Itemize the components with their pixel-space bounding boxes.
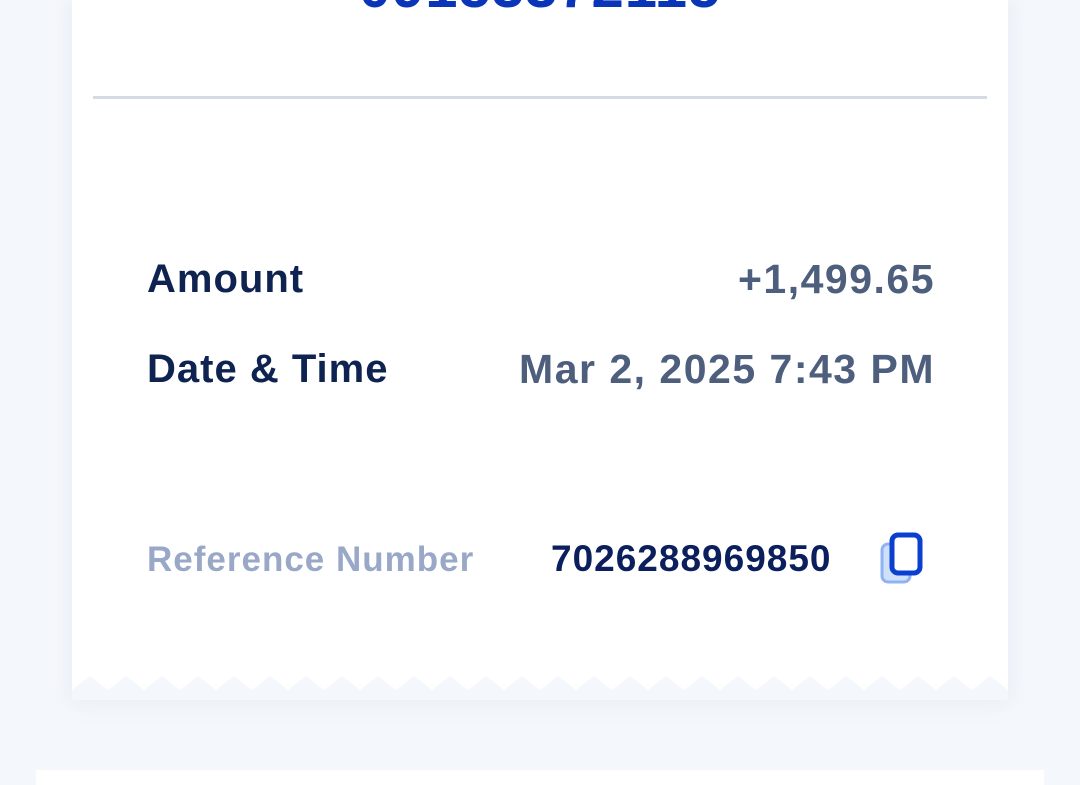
recipient-number: 09153372115 bbox=[72, 0, 1008, 17]
reference-row: Reference Number 7026288969850 bbox=[147, 532, 937, 592]
divider bbox=[93, 96, 987, 99]
amount-value: +1,499.65 bbox=[737, 255, 935, 302]
transaction-receipt-screen: 09153372115 Amount +1,499.65 Date & Time… bbox=[0, 0, 1080, 785]
next-card-edge bbox=[36, 770, 1044, 785]
amount-row: Amount +1,499.65 bbox=[147, 252, 935, 306]
reference-value: 7026288969850 bbox=[551, 538, 832, 579]
receipt-card: 09153372115 Amount +1,499.65 Date & Time… bbox=[72, 0, 1008, 700]
datetime-row: Date & Time Mar 2, 2025 7:43 PM bbox=[147, 342, 935, 396]
datetime-value: Mar 2, 2025 7:43 PM bbox=[519, 345, 935, 392]
copy-icon[interactable] bbox=[878, 532, 926, 588]
receipt-torn-edge bbox=[72, 676, 1008, 700]
reference-label: Reference Number bbox=[147, 540, 475, 579]
amount-label: Amount bbox=[147, 256, 305, 301]
datetime-label: Date & Time bbox=[147, 346, 389, 391]
